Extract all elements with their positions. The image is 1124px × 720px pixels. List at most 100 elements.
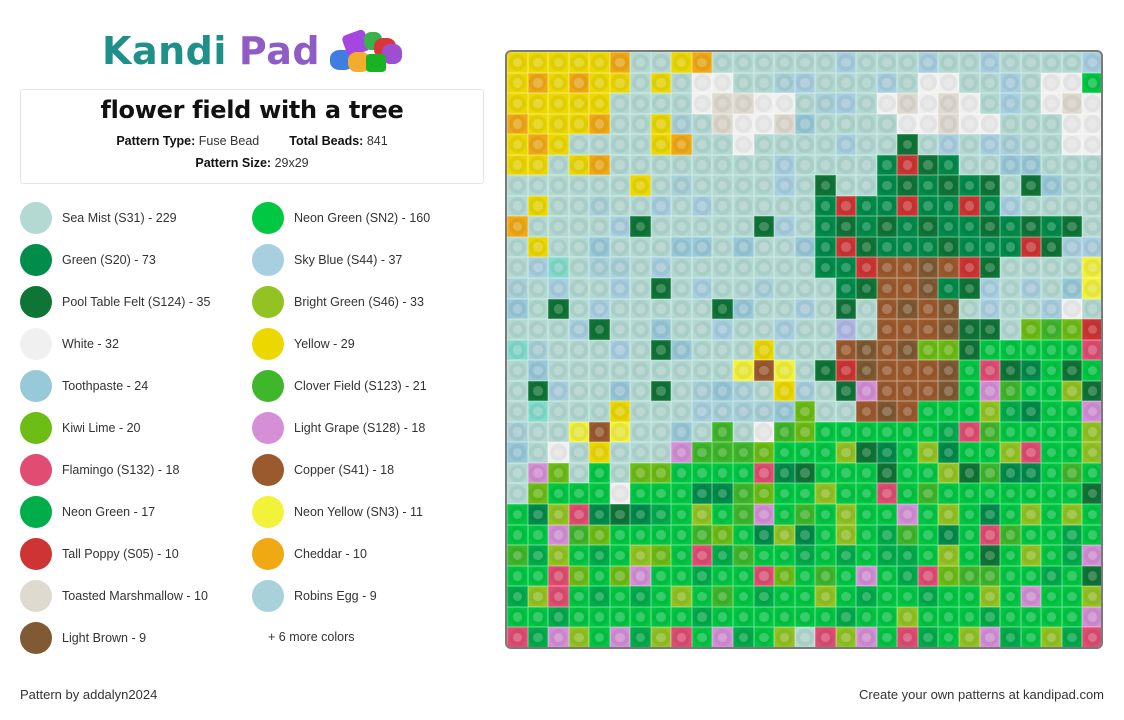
bead <box>876 360 898 381</box>
bead <box>959 175 980 196</box>
bead <box>712 216 734 237</box>
bead <box>1000 504 1021 525</box>
bead <box>979 52 1001 73</box>
bead <box>691 113 713 135</box>
bead <box>712 627 734 647</box>
bead <box>712 113 734 135</box>
bead <box>1000 524 1021 546</box>
kandipad-logo[interactable]: Kandi Pad <box>102 26 403 76</box>
bead <box>568 524 590 546</box>
bead <box>1000 606 1021 628</box>
bead <box>548 278 569 299</box>
bead <box>527 442 549 463</box>
bead <box>876 134 898 155</box>
bead <box>959 606 980 628</box>
bead <box>835 524 857 546</box>
bead <box>1061 134 1083 155</box>
bead <box>1000 134 1021 155</box>
bead <box>897 565 918 587</box>
bead <box>1000 72 1021 94</box>
bead <box>917 236 939 258</box>
bead <box>1000 545 1021 566</box>
bead <box>568 298 590 320</box>
bead <box>917 339 939 361</box>
bead <box>938 216 960 237</box>
bead <box>774 154 795 176</box>
legend-label: Tall Poppy (S05) - 10 <box>62 547 179 561</box>
bead <box>897 545 918 566</box>
bead <box>1000 216 1021 237</box>
bead <box>1082 93 1101 114</box>
bead <box>1000 113 1021 135</box>
bead <box>794 380 816 402</box>
pattern-title: flower field with a tree <box>100 96 404 124</box>
color-swatch <box>252 412 284 444</box>
bead <box>959 524 980 546</box>
bead <box>733 113 754 135</box>
bead <box>1061 524 1083 546</box>
bead <box>630 257 651 279</box>
bead <box>959 360 980 381</box>
bead <box>691 236 713 258</box>
bead <box>507 545 528 566</box>
bead <box>1082 298 1101 320</box>
bead <box>1041 504 1062 525</box>
bead <box>897 319 918 340</box>
bead <box>815 257 836 279</box>
bead <box>774 606 795 628</box>
bead <box>548 524 569 546</box>
bead <box>507 113 528 135</box>
bead <box>609 134 631 155</box>
bead <box>671 339 692 361</box>
bead <box>568 175 590 196</box>
bead <box>671 195 692 217</box>
bead <box>959 257 980 279</box>
bead <box>938 360 960 381</box>
bead <box>876 524 898 546</box>
bead <box>856 339 877 361</box>
bead <box>774 524 795 546</box>
bead <box>815 195 836 217</box>
bead <box>1061 236 1083 258</box>
bead <box>691 360 713 381</box>
bead <box>1041 360 1062 381</box>
bead <box>1041 72 1062 94</box>
bead <box>589 216 610 237</box>
bead <box>794 442 816 463</box>
bead <box>1000 360 1021 381</box>
bead <box>630 606 651 628</box>
bead <box>630 216 651 237</box>
bead <box>671 421 692 443</box>
bead <box>938 195 960 217</box>
bead <box>671 154 692 176</box>
bead <box>650 339 672 361</box>
bead <box>876 93 898 114</box>
pattern-info-card: flower field with a tree Pattern Type: F… <box>20 89 484 184</box>
bead <box>1041 175 1062 196</box>
bead <box>917 278 939 299</box>
bead <box>1061 52 1083 73</box>
bead <box>815 236 836 258</box>
bead <box>815 278 836 299</box>
bead <box>568 339 590 361</box>
bead <box>589 627 610 647</box>
bead <box>835 380 857 402</box>
bead <box>1000 298 1021 320</box>
bead <box>548 319 569 340</box>
bead <box>630 401 651 422</box>
legend-item: Clover Field (S123) - 21 <box>252 369 427 403</box>
bead <box>671 236 692 258</box>
bead <box>527 339 549 361</box>
bead <box>1082 195 1101 217</box>
bead <box>671 545 692 566</box>
bead <box>1061 380 1083 402</box>
bead <box>1082 401 1101 422</box>
bead <box>876 421 898 443</box>
bead <box>609 401 631 422</box>
bead <box>671 278 692 299</box>
kandipad-promo-link[interactable]: Create your own patterns at kandipad.com <box>859 687 1104 702</box>
bead <box>897 606 918 628</box>
color-swatch <box>20 622 52 654</box>
bead <box>733 360 754 381</box>
bead <box>959 195 980 217</box>
